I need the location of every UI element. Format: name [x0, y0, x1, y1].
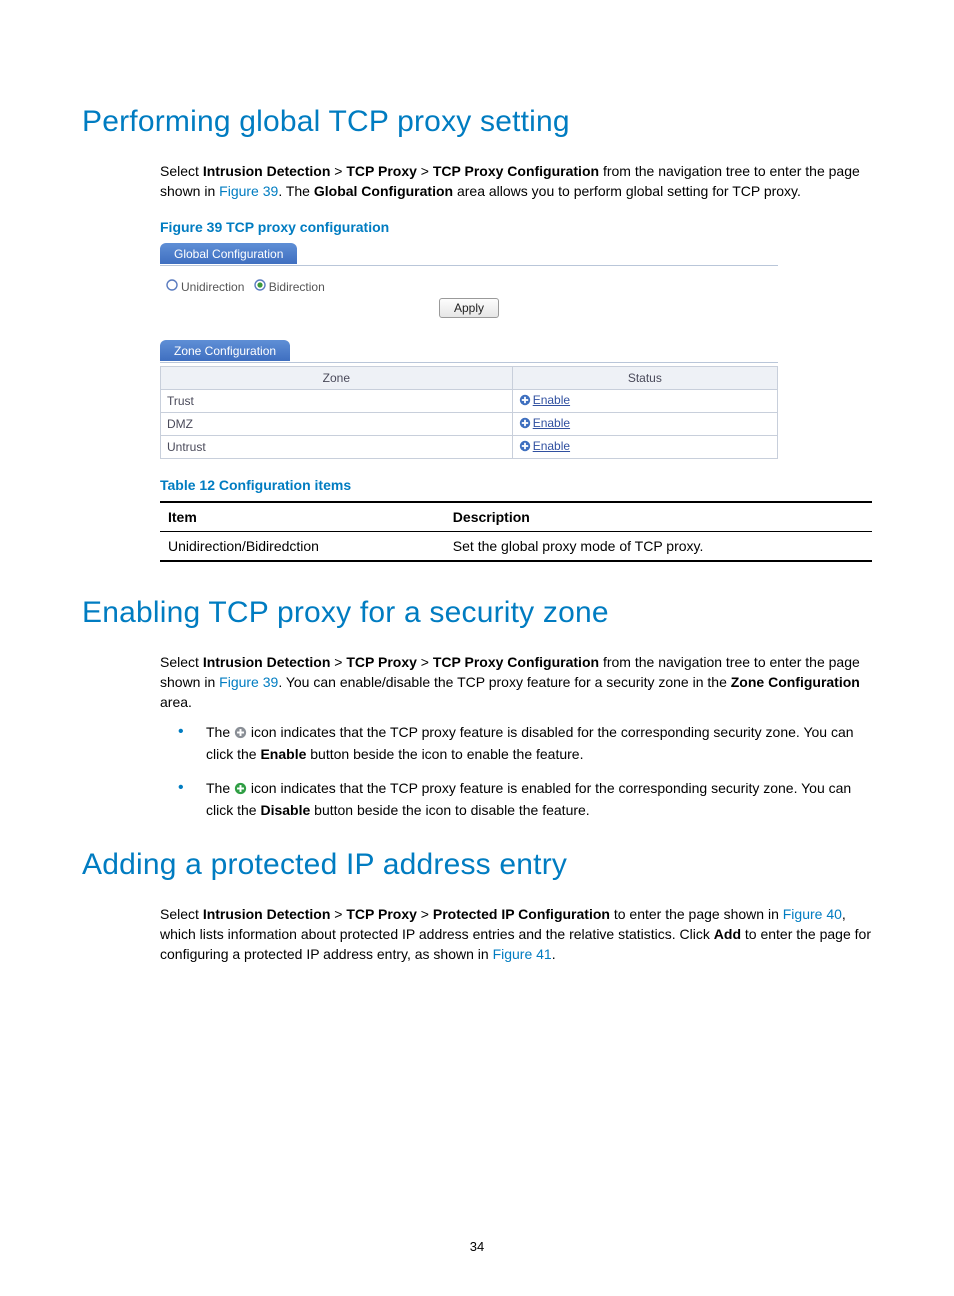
- tab-global-configuration[interactable]: Global Configuration: [160, 243, 297, 264]
- figure-41-link[interactable]: Figure 41: [493, 946, 552, 962]
- status-cell: Enable: [512, 413, 777, 436]
- radio-label: Unidirection: [181, 280, 244, 294]
- enable-link[interactable]: Enable: [533, 439, 570, 453]
- description-cell: Set the global proxy mode of TCP proxy.: [445, 532, 872, 562]
- radio-unidirection[interactable]: Unidirection: [166, 279, 244, 294]
- enable-icon: [519, 417, 531, 432]
- radio-label: Bidirection: [269, 280, 325, 294]
- text: The: [206, 724, 234, 740]
- text: >: [417, 654, 433, 670]
- breadcrumb-item: TCP Proxy: [346, 163, 417, 179]
- zone-cell: DMZ: [161, 413, 513, 436]
- item-cell: Unidirection/Bidiredction: [160, 532, 445, 562]
- heading-global-tcp-proxy: Performing global TCP proxy setting: [82, 105, 872, 139]
- text: >: [417, 906, 433, 922]
- breadcrumb-item: Intrusion Detection: [203, 654, 331, 670]
- text: Select: [160, 906, 203, 922]
- radio-selected-icon: [254, 279, 266, 294]
- table-row: Untrust Enable: [161, 436, 778, 459]
- s2-paragraph: Select Intrusion Detection > TCP Proxy >…: [160, 652, 872, 712]
- text: area allows you to perform global settin…: [453, 183, 801, 199]
- global-config-tabrow: Global Configuration: [160, 243, 778, 269]
- radio-unselected-icon: [166, 279, 178, 294]
- text: button beside the icon to disable the fe…: [310, 802, 589, 818]
- table-row: Trust Enable: [161, 390, 778, 413]
- enable-link[interactable]: Enable: [533, 393, 570, 407]
- text: Select: [160, 654, 203, 670]
- status-cell: Enable: [512, 436, 777, 459]
- text: The: [206, 780, 234, 796]
- zone-cell: Untrust: [161, 436, 513, 459]
- enable-link[interactable]: Enable: [533, 416, 570, 430]
- breadcrumb-item: TCP Proxy Configuration: [433, 163, 599, 179]
- tab-zone-configuration[interactable]: Zone Configuration: [160, 340, 290, 361]
- table-12-caption: Table 12 Configuration items: [160, 477, 872, 493]
- text: . The: [278, 183, 314, 199]
- page: Performing global TCP proxy setting Sele…: [0, 0, 954, 1296]
- zone-table: Zone Status Trust Enable DMZ Enable: [160, 366, 778, 459]
- zone-column-header: Zone: [161, 367, 513, 390]
- s3-paragraph: Select Intrusion Detection > TCP Proxy >…: [160, 904, 872, 964]
- table-row: DMZ Enable: [161, 413, 778, 436]
- text: >: [330, 163, 346, 179]
- table-row: Unidirection/Bidiredction Set the global…: [160, 532, 872, 562]
- divider: [160, 265, 778, 266]
- figure-39-screenshot: Global Configuration Unidirection Bidire…: [160, 243, 778, 459]
- enable-icon: [519, 394, 531, 409]
- text: >: [330, 654, 346, 670]
- page-number: 34: [0, 1239, 954, 1254]
- global-configuration-label: Global Configuration: [314, 183, 453, 199]
- s1-paragraph: Select Intrusion Detection > TCP Proxy >…: [160, 161, 872, 201]
- breadcrumb-item: TCP Proxy Configuration: [433, 654, 599, 670]
- apply-row: Apply: [160, 298, 778, 340]
- radio-bidirection[interactable]: Bidirection: [254, 279, 325, 294]
- bullet-list: The icon indicates that the TCP proxy fe…: [160, 722, 872, 820]
- section-1-body: Select Intrusion Detection > TCP Proxy >…: [160, 161, 872, 562]
- figure-40-link[interactable]: Figure 40: [783, 906, 842, 922]
- enabled-status-icon: [234, 780, 247, 800]
- enable-label: Enable: [260, 746, 306, 762]
- section-3-body: Select Intrusion Detection > TCP Proxy >…: [160, 904, 872, 964]
- table-12: Item Description Unidirection/Bidiredcti…: [160, 501, 872, 562]
- item-column-header: Item: [160, 502, 445, 532]
- status-column-header: Status: [512, 367, 777, 390]
- description-column-header: Description: [445, 502, 872, 532]
- text: >: [417, 163, 433, 179]
- heading-adding-protected-ip: Adding a protected IP address entry: [82, 848, 872, 882]
- status-cell: Enable: [512, 390, 777, 413]
- breadcrumb-item: Intrusion Detection: [203, 906, 331, 922]
- list-item: The icon indicates that the TCP proxy fe…: [160, 778, 872, 820]
- text: area.: [160, 694, 192, 710]
- figure-39-link[interactable]: Figure 39: [219, 674, 278, 690]
- disable-label: Disable: [260, 802, 310, 818]
- apply-button[interactable]: Apply: [439, 298, 499, 318]
- text: to enter the page shown in: [610, 906, 783, 922]
- figure-39-caption: Figure 39 TCP proxy configuration: [160, 219, 872, 235]
- breadcrumb-item: Protected IP Configuration: [433, 906, 610, 922]
- text: Select: [160, 163, 203, 179]
- text: button beside the icon to enable the fea…: [306, 746, 583, 762]
- zone-configuration-label: Zone Configuration: [731, 674, 860, 690]
- breadcrumb-item: TCP Proxy: [346, 654, 417, 670]
- proxy-mode-radios: Unidirection Bidirection: [160, 269, 778, 298]
- list-item: The icon indicates that the TCP proxy fe…: [160, 722, 872, 764]
- zone-cell: Trust: [161, 390, 513, 413]
- text: .: [552, 946, 556, 962]
- text: . You can enable/disable the TCP proxy f…: [278, 674, 730, 690]
- text: >: [330, 906, 346, 922]
- add-label: Add: [714, 926, 741, 942]
- breadcrumb-item: Intrusion Detection: [203, 163, 331, 179]
- disabled-status-icon: [234, 724, 247, 744]
- zone-config-tabrow: Zone Configuration: [160, 340, 778, 366]
- section-2-body: Select Intrusion Detection > TCP Proxy >…: [160, 652, 872, 820]
- enable-icon: [519, 440, 531, 455]
- heading-enabling-tcp-proxy-zone: Enabling TCP proxy for a security zone: [82, 596, 872, 630]
- divider: [160, 362, 778, 363]
- breadcrumb-item: TCP Proxy: [346, 906, 417, 922]
- figure-39-link[interactable]: Figure 39: [219, 183, 278, 199]
